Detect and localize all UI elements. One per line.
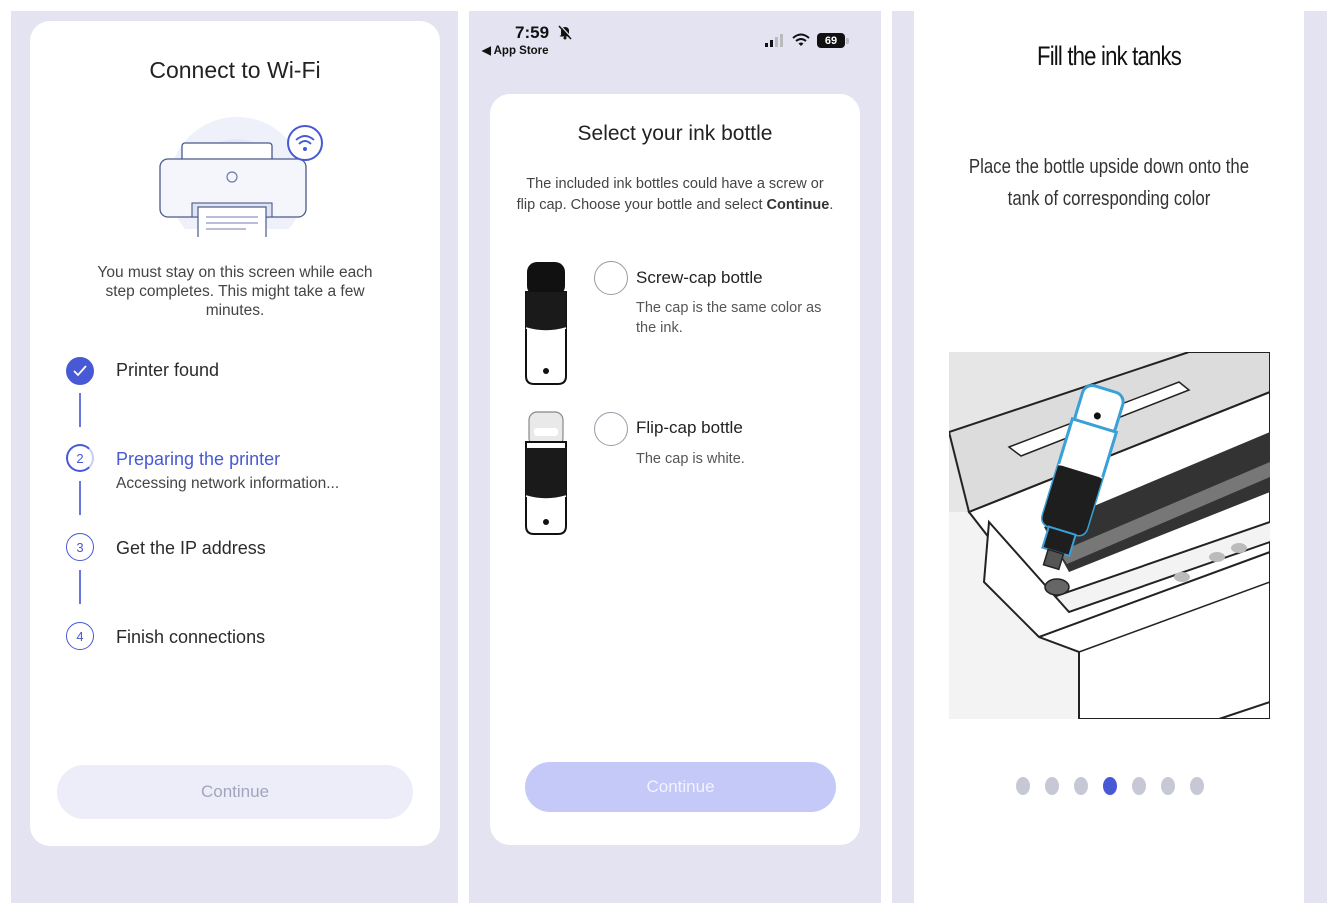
page-dot-7[interactable] [1190,777,1204,795]
step-number-2: 2 [66,444,94,472]
wifi-setup-panel: Connect to Wi-Fi You must stay on this s… [11,11,458,903]
cellular-signal-icon [765,34,783,47]
fill-tanks-panel: Fill the ink tanks Place the bottle upsi… [914,11,1304,903]
ink-bottle-card: Select your ink bottle The included ink … [490,94,860,845]
stay-on-screen-note: You must stay on this screen while each … [97,264,373,319]
flip-cap-option-title[interactable]: Flip-cap bottle [636,418,743,438]
continue-button[interactable]: Continue [525,762,836,812]
screw-cap-radio[interactable] [594,261,628,295]
ink-bottle-description: The included ink bottles could have a sc… [516,174,834,216]
wifi-setup-card: Connect to Wi-Fi You must stay on this s… [30,21,440,846]
step-label-get-ip: Get the IP address [116,538,266,558]
ink-bottle-panel: 7:59 ◀ App Store 69 Select your ink bott… [469,11,881,903]
flip-cap-option-description: The cap is white. [636,451,745,467]
battery-level: 69 [817,33,845,48]
step-connector [79,393,81,427]
page-dot-5[interactable] [1132,777,1146,795]
page-dot-4-current[interactable] [1103,777,1117,795]
page-title: Fill the ink tanks [1037,41,1182,71]
step-label-preparing-printer: Preparing the printer [116,449,281,469]
page-title: Select your ink bottle [577,122,773,145]
flip-cap-bottle-icon [525,411,567,535]
step-number-4: 4 [66,622,94,650]
screw-cap-option-title[interactable]: Screw-cap bottle [636,268,763,288]
step-connector [79,570,81,604]
back-to-app-store-link[interactable]: ◀ App Store [482,43,549,57]
description-suffix: . [829,197,834,213]
page-dot-6[interactable] [1161,777,1175,795]
fill-tanks-instruction: Place the bottle upside down onto the ta… [968,156,1250,210]
status-bar: 7:59 ◀ App Store 69 [469,11,881,71]
bell-muted-icon [558,24,573,40]
ink-tank-filling-illustration [949,352,1270,719]
page-title: Connect to Wi-Fi [149,57,321,83]
step-number-3: 3 [66,533,94,561]
page-dot-2[interactable] [1045,777,1059,795]
step-done-check-icon [66,357,94,385]
step-connector [79,481,81,515]
step-label-finish: Finish connections [116,627,266,647]
printer-wifi-illustration [142,117,332,237]
step-label-printer-found: Printer found [116,360,220,380]
screw-cap-option-description: The cap is the same color as the ink. [636,300,822,336]
wifi-icon [792,33,810,46]
page-dot-1[interactable] [1016,777,1030,795]
step-sub-status: Accessing network information... [116,475,340,492]
page-dot-3[interactable] [1074,777,1088,795]
flip-cap-radio[interactable] [594,412,628,446]
battery-icon [846,38,849,44]
screw-cap-bottle-icon [525,262,567,385]
description-bold-text: Continue [766,197,830,213]
status-time: 7:59 [515,23,550,42]
continue-button[interactable]: Continue [57,765,413,819]
page-indicator[interactable] [1016,777,1204,795]
